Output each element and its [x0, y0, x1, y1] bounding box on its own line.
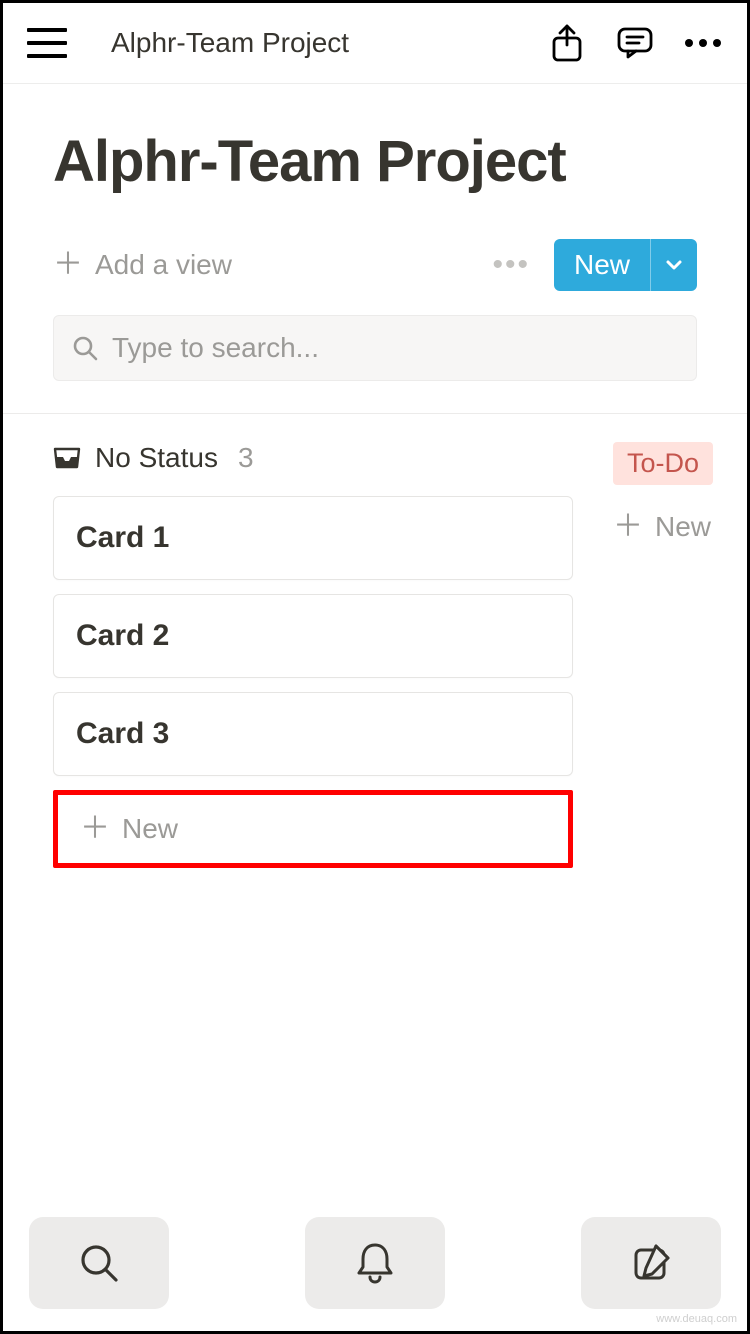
board-card[interactable]: Card 2	[53, 594, 573, 678]
page-content: Alphr-Team Project ＋ Add a view ••• New …	[3, 84, 747, 1199]
search-input[interactable]: Type to search...	[53, 315, 697, 381]
search-icon	[72, 335, 98, 361]
board-column-to-do: To-Do ＋ New	[613, 442, 723, 543]
bottom-bar	[3, 1199, 747, 1331]
view-controls: ＋ Add a view ••• New	[53, 239, 697, 291]
compose-icon	[630, 1242, 672, 1284]
top-bar: Alphr-Team Project	[3, 3, 747, 84]
search-icon	[78, 1242, 120, 1284]
plus-icon: ＋	[80, 814, 110, 844]
board: No Status 3 Card 1 Card 2 Card 3 ＋ New T…	[53, 442, 697, 868]
column-count: 3	[238, 442, 254, 474]
divider	[3, 413, 747, 414]
add-card-button[interactable]: ＋ New	[613, 507, 723, 543]
board-column-no-status: No Status 3 Card 1 Card 2 Card 3 ＋ New	[53, 442, 573, 868]
board-card[interactable]: Card 3	[53, 692, 573, 776]
new-button-dropdown[interactable]	[650, 239, 697, 291]
plus-icon: ＋	[53, 250, 83, 280]
inbox-icon	[53, 447, 81, 469]
new-button[interactable]: New	[554, 239, 697, 291]
bottom-compose-button[interactable]	[581, 1217, 721, 1309]
comments-icon[interactable]	[615, 23, 655, 63]
bottom-notifications-button[interactable]	[305, 1217, 445, 1309]
share-icon[interactable]	[547, 23, 587, 63]
column-header[interactable]: No Status 3	[53, 442, 573, 474]
card-title: Card 2	[76, 619, 169, 652]
app-frame: Alphr-Team Project	[0, 0, 750, 1334]
card-title: Card 3	[76, 717, 169, 750]
view-more-icon[interactable]: •••	[482, 248, 540, 282]
top-actions	[547, 23, 723, 63]
watermark: www.deuaq.com	[656, 1313, 737, 1325]
plus-icon: ＋	[613, 512, 643, 542]
search-placeholder: Type to search...	[112, 332, 319, 364]
board-card[interactable]: Card 1	[53, 496, 573, 580]
column-header[interactable]: To-Do	[613, 442, 723, 485]
menu-hamburger-icon[interactable]	[27, 28, 67, 58]
add-view-label: Add a view	[95, 249, 232, 281]
new-button-label: New	[554, 239, 650, 291]
bottom-search-button[interactable]	[29, 1217, 169, 1309]
add-card-label: New	[655, 511, 711, 543]
more-icon[interactable]	[683, 23, 723, 63]
breadcrumb-title[interactable]: Alphr-Team Project	[87, 27, 527, 59]
column-tag: To-Do	[613, 442, 713, 485]
bell-icon	[355, 1241, 395, 1285]
card-title: Card 1	[76, 521, 169, 554]
add-card-label: New	[122, 813, 178, 845]
add-card-button[interactable]: ＋ New	[53, 790, 573, 868]
add-view-button[interactable]: ＋ Add a view	[53, 249, 468, 281]
page-title: Alphr-Team Project	[53, 128, 697, 195]
column-name: No Status	[95, 442, 218, 474]
